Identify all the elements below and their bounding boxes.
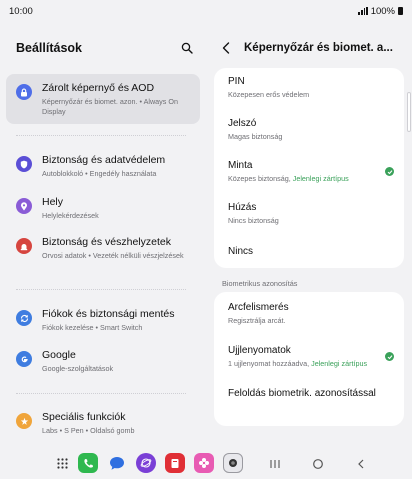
sync-icon	[16, 310, 32, 326]
settings-item-subtitle: Orvosi adatok • Vezeték nélküli vészjelz…	[42, 251, 184, 260]
option-title: PIN	[228, 76, 245, 87]
status-indicators: 100%	[358, 6, 403, 17]
signal-icon	[358, 7, 368, 15]
option-password[interactable]: Jelszó Magas biztonság	[228, 118, 394, 142]
option-pattern[interactable]: Minta Közepes biztonság, Jelenlegi zártí…	[228, 160, 394, 184]
back-arrow-icon[interactable]	[222, 41, 234, 55]
settings-item-title: Zárolt képernyő és AOD	[42, 82, 155, 94]
option-fingerprints[interactable]: Ujjlenyomatok 1 ujjlenyomat hozzáadva, J…	[228, 345, 394, 369]
current-lock-type-label: Jelenlegi zártípus	[292, 174, 349, 183]
google-icon	[16, 351, 32, 367]
option-title: Jelszó	[228, 118, 257, 129]
settings-list-pane: Beállítások Zárolt képernyő és AOD Képer…	[0, 22, 206, 450]
scrollbar[interactable]	[407, 92, 411, 132]
option-subtitle: 1 ujjlenyomat hozzáadva, Jelenlegi zártí…	[228, 359, 394, 369]
recent-apps-icon[interactable]	[268, 457, 282, 471]
option-title: Minta	[228, 160, 253, 171]
settings-header: Beállítások	[16, 39, 194, 57]
current-lock-type-label: Jelenlegi zártípus	[311, 359, 368, 368]
settings-item-safety-emergency[interactable]: Biztonság és vészhelyzetek Orvosi adatok…	[6, 236, 200, 272]
option-subtitle: Regisztrálja arcát.	[228, 316, 286, 325]
settings-item-title: Speciális funkciók	[42, 411, 126, 423]
option-none[interactable]: Nincs	[228, 246, 394, 258]
gallery-app-icon[interactable]	[194, 453, 214, 473]
option-subtitle: Közepes biztonság, Jelenlegi zártípus	[228, 174, 394, 184]
battery-level: 100%	[370, 5, 395, 17]
option-swipe[interactable]: Húzás Nincs biztonság	[228, 202, 394, 226]
settings-item-location[interactable]: Hely Helylekérdezések	[6, 196, 200, 222]
location-icon	[16, 198, 32, 214]
option-subtitle-text: 1 ujjlenyomat hozzáadva,	[228, 359, 312, 368]
biometrics-section-label: Biometrikus azonosítás	[222, 279, 298, 288]
settings-item-security-privacy[interactable]: Biztonság és adatvédelem Autoblokkoló • …	[6, 154, 200, 180]
option-title: Feloldás biometrik. azonosítással	[228, 388, 376, 399]
status-bar: 10:00 100%	[0, 0, 412, 22]
home-icon[interactable]	[311, 457, 325, 471]
messages-app-icon[interactable]	[107, 453, 127, 473]
lock-icon	[16, 84, 32, 100]
settings-item-subtitle: Helylekérdezések	[42, 211, 99, 220]
option-pin[interactable]: PIN Közepesen erős védelem	[228, 76, 394, 100]
option-title: Arcfelismerés	[228, 302, 289, 313]
star-icon	[16, 413, 32, 429]
status-time: 10:00	[9, 5, 33, 17]
emergency-icon	[16, 238, 32, 254]
check-icon	[385, 352, 394, 361]
internet-app-icon[interactable]	[136, 453, 156, 473]
settings-item-subtitle: Google-szolgáltatások	[42, 364, 114, 373]
settings-item-advanced-features[interactable]: Speciális funkciók Labs • S Pen • Oldals…	[6, 411, 200, 437]
lock-screen-type-pane: Képernyőzár és biomet. a... PIN Közepese…	[206, 22, 412, 450]
back-icon[interactable]	[354, 457, 368, 471]
option-subtitle: Közepesen erős védelem	[228, 90, 310, 99]
phone-app-icon[interactable]	[78, 453, 98, 473]
settings-item-title: Biztonság és vészhelyzetek	[42, 236, 171, 248]
apps-grid-icon[interactable]	[52, 453, 72, 473]
lock-type-card: PIN Közepesen erős védelem Jelszó Magas …	[214, 68, 404, 268]
settings-item-title: Hely	[42, 196, 64, 208]
settings-item-subtitle: Autoblokkoló • Engedély használata	[42, 169, 157, 178]
option-subtitle: Nincs biztonság	[228, 216, 279, 225]
divider	[16, 393, 186, 394]
divider	[16, 289, 186, 290]
settings-item-lock-screen[interactable]: Zárolt képernyő és AOD Képernyőzár és bi…	[6, 74, 200, 124]
shield-icon	[16, 156, 32, 172]
camera-app-icon[interactable]	[223, 453, 243, 473]
settings-item-title: Google	[42, 349, 76, 361]
check-icon	[385, 167, 394, 176]
detail-title: Képernyőzár és biomet. a...	[244, 42, 393, 54]
settings-item-accounts-backup[interactable]: Fiókok és biztonsági mentés Fiókok kezel…	[6, 308, 200, 334]
page-title: Beállítások	[16, 41, 83, 55]
option-biometric-unlock[interactable]: Feloldás biometrik. azonosítással	[228, 388, 394, 400]
option-title: Nincs	[228, 246, 254, 257]
navigation-bar	[0, 450, 412, 479]
settings-item-title: Fiókok és biztonsági mentés	[42, 308, 175, 320]
search-icon[interactable]	[180, 41, 194, 55]
option-title: Húzás	[228, 202, 257, 213]
settings-item-title: Biztonság és adatvédelem	[42, 154, 166, 166]
settings-item-subtitle: Fiókok kezelése • Smart Switch	[42, 323, 143, 332]
option-subtitle: Magas biztonság	[228, 132, 283, 141]
divider	[16, 135, 186, 136]
option-face-recognition[interactable]: Arcfelismerés Regisztrálja arcát.	[228, 302, 394, 326]
settings-item-subtitle: Labs • S Pen • Oldalsó gomb	[42, 426, 135, 435]
battery-icon	[398, 7, 403, 15]
settings-item-subtitle: Képernyőzár és biomet. azon. • Always On…	[42, 97, 178, 116]
biometrics-card: Arcfelismerés Regisztrálja arcát. Ujjlen…	[214, 292, 404, 426]
notes-app-icon[interactable]	[165, 453, 185, 473]
detail-header: Képernyőzár és biomet. a...	[222, 39, 410, 57]
settings-item-google[interactable]: Google Google-szolgáltatások	[6, 349, 200, 375]
option-title: Ujjlenyomatok	[228, 345, 291, 356]
option-subtitle-text: Közepes biztonság,	[228, 174, 293, 183]
